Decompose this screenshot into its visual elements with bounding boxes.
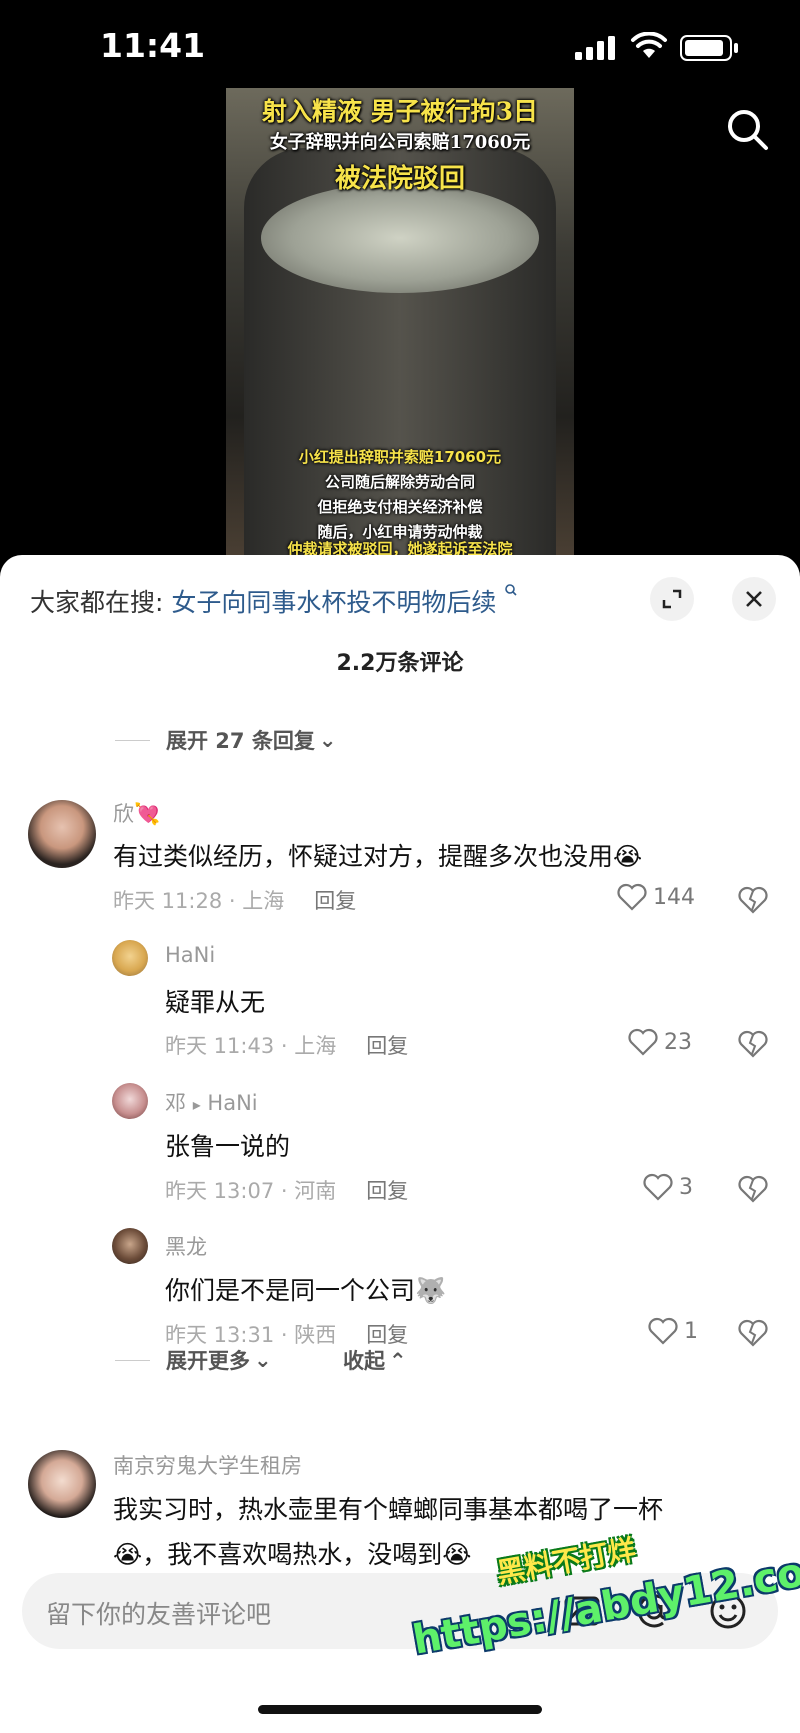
wifi-icon — [631, 32, 667, 58]
comment-text-body: ，我不喜欢喝热水，没喝到 — [142, 1540, 443, 1569]
comment-text: 有过类似经历，怀疑过对方，提醒多次也没用😭 — [113, 837, 642, 873]
comment-count: 2.2万条评论 — [336, 651, 464, 676]
like-button[interactable]: 1 — [648, 1317, 698, 1345]
avatar[interactable] — [112, 1228, 148, 1264]
reply-time: 昨天 11:43 · 上海 — [165, 1034, 337, 1058]
expand-more-label: 展开更多 — [166, 1349, 250, 1373]
comment-text: 😭，我不喜欢喝热水，没喝到😭 — [113, 1535, 471, 1571]
close-sheet-button[interactable] — [732, 577, 776, 621]
reply-to-name[interactable]: HaNi — [207, 1091, 257, 1115]
reply-author[interactable]: 黑龙 — [165, 1231, 207, 1261]
reply-button[interactable]: 回复 — [366, 1034, 408, 1058]
reply-author[interactable]: 邓 ▸ HaNi — [165, 1087, 258, 1117]
reply-author-name: 邓 — [165, 1091, 186, 1115]
home-indicator — [258, 1705, 542, 1714]
broken-heart-icon[interactable] — [738, 1319, 768, 1347]
husky-emoji: 🐺 — [415, 1276, 447, 1305]
reply-text: 你们是不是同一个公司🐺 — [165, 1271, 446, 1307]
like-button[interactable]: 3 — [643, 1173, 693, 1201]
divider — [115, 739, 150, 741]
heart-icon — [617, 883, 647, 911]
reply-text: 疑罪从无 — [165, 988, 266, 1017]
heart-emoji: 💘 — [134, 802, 161, 826]
reply-time: 昨天 13:07 · 河南 — [165, 1179, 337, 1203]
like-button[interactable]: 23 — [628, 1028, 692, 1056]
comment-author[interactable]: 南京穷鬼大学生租房 — [113, 1450, 302, 1480]
video-player[interactable]: 射入精液 男子被行拘3日 女子辞职并向公司索赔17060元 被法院驳回 小红提出… — [226, 88, 574, 558]
like-count: 3 — [679, 1174, 693, 1200]
reply-text-body: 你们是不是同一个公司 — [165, 1276, 416, 1305]
trending-search-prefix: 大家都在搜: — [30, 588, 164, 617]
reply-text: 张鲁一说的 — [165, 1132, 291, 1161]
video-headline: 射入精液 男子被行拘3日 — [261, 97, 539, 126]
expand-replies-button[interactable]: 展开 27 条回复 ⌄ — [115, 725, 336, 755]
comment-meta: 昨天 11:28 · 上海 回复 — [113, 885, 356, 915]
expand-sheet-button[interactable] — [650, 577, 694, 621]
status-time: 11:41 — [100, 26, 206, 65]
comment-text: 我实习时，热水壶里有个蟑螂同事基本都喝了一杯 — [113, 1495, 664, 1524]
reply-time: 昨天 13:31 · 陕西 — [165, 1323, 337, 1347]
expand-icon — [662, 589, 682, 609]
video-cup-rim — [261, 183, 539, 293]
collapse-button[interactable]: 收起 ⌃ — [343, 1345, 407, 1375]
collapse-label: 收起 — [343, 1349, 385, 1373]
comment-input[interactable]: 留下你的友善评论吧 — [46, 1595, 271, 1631]
avatar[interactable] — [28, 800, 96, 868]
avatar[interactable] — [28, 1450, 96, 1518]
status-bar: 11:41 — [0, 0, 800, 90]
trending-search-link[interactable]: 女子向同事水杯投不明物后续 — [171, 588, 496, 617]
heart-icon — [643, 1173, 673, 1201]
video-caption: 但拒绝支付相关经济补偿 — [317, 498, 483, 516]
search-small-icon — [505, 584, 517, 596]
video-subheadline: 女子辞职并向公司索赔17060元 — [269, 132, 531, 153]
chevron-down-icon: ⌄ — [254, 1348, 272, 1372]
video-caption: 公司随后解除劳动合同 — [324, 473, 475, 491]
trending-search[interactable]: 大家都在搜: 女子向同事水杯投不明物后续 — [30, 583, 518, 619]
reply-to-arrow-icon: ▸ — [192, 1095, 201, 1114]
reply-meta: 昨天 11:43 · 上海 回复 — [165, 1030, 408, 1060]
chevron-down-icon: ⌄ — [318, 728, 337, 752]
avatar[interactable] — [112, 1083, 148, 1119]
reply-button[interactable]: 回复 — [366, 1323, 408, 1347]
heart-icon — [648, 1317, 678, 1345]
crying-emoji: 😭 — [442, 1540, 472, 1569]
reply-author[interactable]: HaNi — [165, 943, 215, 967]
like-count: 144 — [653, 884, 695, 910]
broken-heart-icon[interactable] — [738, 886, 768, 914]
expand-replies-label: 展开 27 条回复 — [166, 729, 315, 753]
divider — [115, 1359, 150, 1361]
cellular-signal-icon — [575, 36, 615, 60]
close-icon — [746, 591, 762, 607]
comments-sheet: 大家都在搜: 女子向同事水杯投不明物后续 2.2万条评论 展开 27 条回复 ⌄… — [0, 555, 800, 1733]
heart-icon — [628, 1028, 658, 1056]
chevron-up-icon: ⌃ — [389, 1349, 407, 1373]
comment-text-body: 有过类似经历，怀疑过对方，提醒多次也没用 — [113, 842, 614, 871]
like-count: 1 — [684, 1318, 698, 1344]
expand-more-button[interactable]: 展开更多 ⌄ — [115, 1345, 272, 1375]
reply-button[interactable]: 回复 — [366, 1179, 408, 1203]
avatar[interactable] — [112, 940, 148, 976]
broken-heart-icon[interactable] — [738, 1030, 768, 1058]
like-button[interactable]: 144 — [617, 883, 695, 911]
battery-icon — [680, 35, 738, 61]
comment-author[interactable]: 欣💘 — [113, 798, 160, 828]
comment-time: 昨天 11:28 · 上海 — [113, 889, 285, 913]
video-caption: 小红提出辞职并索赔17060元 — [298, 448, 502, 466]
comment-author-name: 欣 — [113, 802, 134, 826]
broken-heart-icon[interactable] — [738, 1175, 768, 1203]
crying-emoji: 😭 — [113, 1540, 143, 1569]
video-verdict: 被法院驳回 — [334, 164, 465, 194]
reply-meta: 昨天 13:07 · 河南 回复 — [165, 1175, 408, 1205]
crying-emoji: 😭 — [613, 842, 643, 871]
reply-button[interactable]: 回复 — [314, 889, 356, 913]
like-count: 23 — [664, 1029, 692, 1055]
search-icon[interactable] — [726, 108, 770, 152]
